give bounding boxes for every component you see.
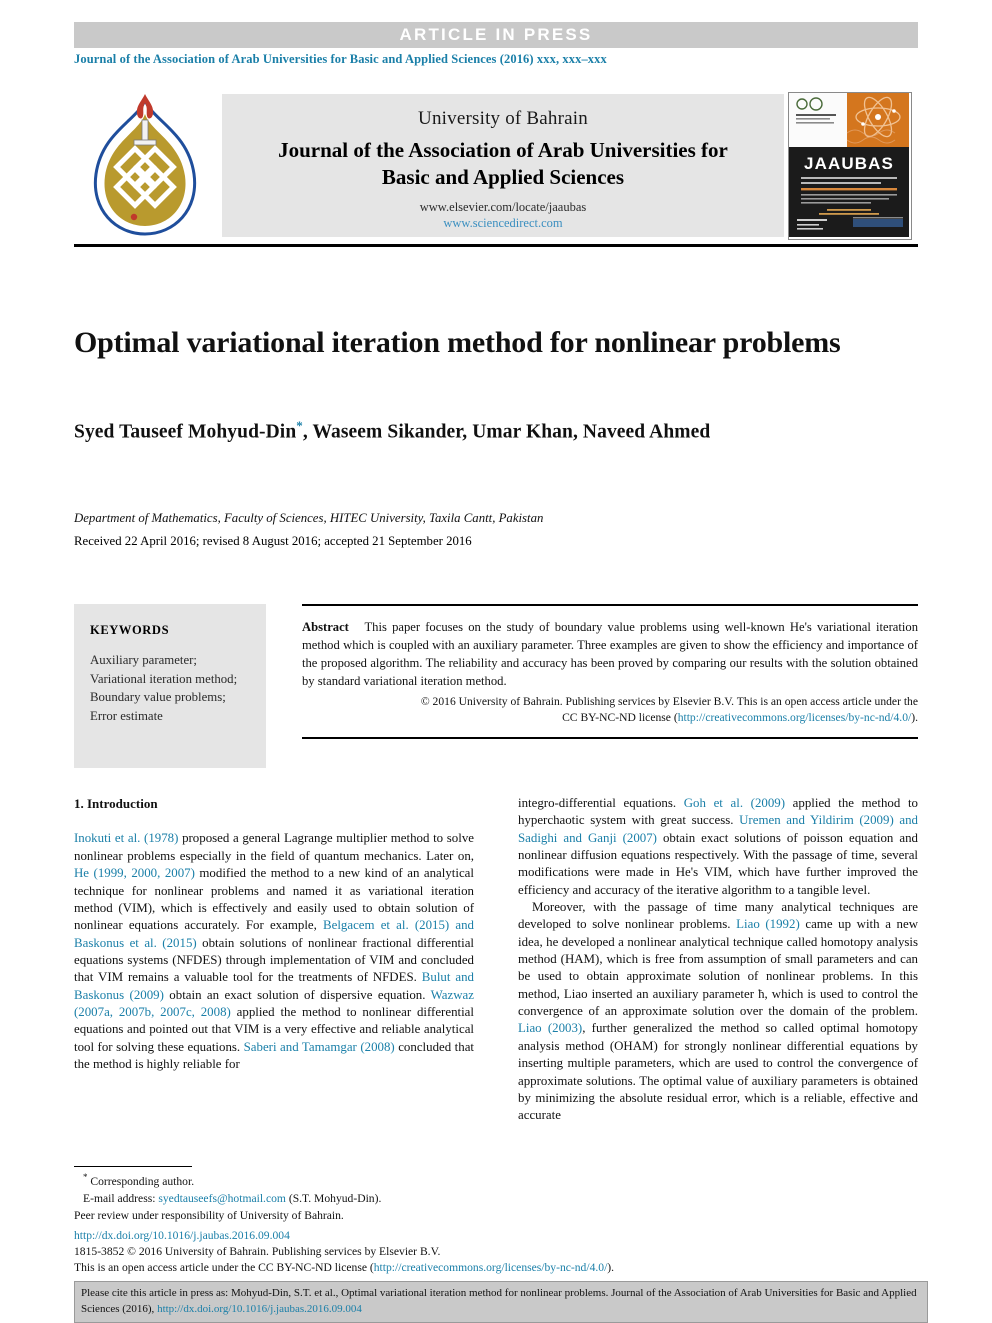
article-history: Received 22 April 2016; revised 8 August… [74,534,472,548]
abstract-license-pre: CC BY-NC-ND license ( [562,710,678,724]
email-note: E-mail address: syedtauseefs@hotmail.com… [74,1191,474,1208]
keyword-item: Error estimate [90,708,163,723]
abstract-text: Abstract This paper focuses on the study… [302,619,918,691]
abstract-paragraph: This paper focuses on the study of bound… [302,620,918,688]
footnote-rule [74,1166,192,1167]
body-text: integro-differential equations. [518,796,684,810]
body-text: came up with a new idea, he developed a … [518,917,918,1019]
article-in-press-label: ARTICLE IN PRESS [399,25,593,44]
author-list: Syed Tauseef Mohyud-Din*, Waseem Sikande… [74,418,904,444]
body-paragraph: Inokuti et al. (1978) proposed a general… [74,830,474,1073]
abstract-label: Abstract [302,620,349,634]
footnote-block: * Corresponding author. E-mail address: … [74,1166,474,1225]
right-column-paragraphs: integro-differential equations. Goh et a… [518,795,918,1125]
affiliation: Department of Mathematics, Faculty of Sc… [74,511,544,525]
citation-link[interactable]: Liao (1992) [736,917,800,931]
open-access-license-link[interactable]: http://creativecommons.org/licenses/by-n… [374,1261,608,1274]
body-text: , further generalized the method so call… [518,1021,918,1123]
issn-copyright-line: 1815-3852 © 2016 University of Bahrain. … [74,1244,441,1258]
left-column-paragraphs: Inokuti et al. (1978) proposed a general… [74,830,474,1073]
masthead-journal-title-line1: Journal of the Association of Arab Unive… [278,138,728,162]
article-in-press-banner: ARTICLE IN PRESS [74,22,918,48]
citation-link[interactable]: Saberi and Tamamgar (2008) [244,1040,395,1054]
abstract-top-rule [302,604,918,606]
open-access-line: This is an open access article under the… [74,1260,934,1276]
keyword-item: Boundary value problems; [90,690,226,705]
svg-text:JAAUBAS: JAAUBAS [804,154,894,173]
abstract-license-post: ). [911,710,918,724]
open-access-post: ). [607,1260,615,1274]
email-owner: (S.T. Mohyud-Din). [288,1191,382,1205]
body-column-left: 1. Introduction Inokuti et al. (1978) pr… [74,795,474,1073]
masthead-bottom-rule [74,244,918,247]
author-primary: Syed Tauseef Mohyud-Din [74,421,297,443]
citation-link[interactable]: Liao (2003) [518,1021,582,1035]
journal-cover-thumbnail: JAAUBAS [788,92,912,240]
elsevier-url[interactable]: www.elsevier.com/locate/jaaubas [222,200,784,215]
corresponding-author-note: * Corresponding author. [74,1171,474,1191]
keyword-item: Auxiliary parameter; [90,653,197,667]
body-column-right: integro-differential equations. Goh et a… [518,795,918,1125]
cc-license-link[interactable]: http://creativecommons.org/licenses/by-n… [678,711,912,724]
masthead-university: University of Bahrain [418,108,588,129]
university-of-bahrain-logo-icon [78,92,212,240]
paper-page: ARTICLE IN PRESS Journal of the Associat… [0,0,992,1323]
masthead: University of Bahrain Journal of the Ass… [74,90,918,242]
corresponding-author-text: Corresponding author. [90,1174,195,1188]
journal-citation-line: Journal of the Association of Arab Unive… [74,52,607,66]
footnote-star: * [83,1172,88,1182]
body-paragraph: integro-differential equations. Goh et a… [518,795,918,899]
keywords-heading: KEYWORDS [90,623,170,637]
page-title: Optimal variational iteration method for… [74,326,841,360]
peer-review-note: Peer review under responsibility of Univ… [74,1208,344,1222]
abstract-bottom-rule [302,736,918,739]
keyword-item: Variational iteration method; [90,671,238,686]
open-access-pre: This is an open access article under the… [74,1260,374,1274]
citation-link[interactable]: He (1999, 2000, 2007) [74,866,195,880]
abstract-copyright-line1: © 2016 University of Bahrain. Publishing… [420,694,918,708]
masthead-journal-title: Journal of the Association of Arab Unive… [222,137,784,190]
cite-this-article-box: Please cite this article in press as: Mo… [74,1281,928,1323]
keywords-panel: KEYWORDS Auxiliary parameter; Variationa… [74,604,266,768]
cite-doi-link[interactable]: http://dx.doi.org/10.1016/j.jaubas.2016.… [157,1303,362,1315]
section-heading-introduction: 1. Introduction [74,796,158,811]
body-text: obtain an exact solution of dispersive e… [163,987,431,1002]
doi-block: http://dx.doi.org/10.1016/j.jaubas.2016.… [74,1228,934,1276]
abstract-block: Abstract This paper focuses on the study… [302,604,918,739]
citation-link[interactable]: Goh et al. (2009) [684,796,785,810]
doi-link[interactable]: http://dx.doi.org/10.1016/j.jaubas.2016.… [74,1228,934,1244]
author-others: , Waseem Sikander, Umar Khan, Naveed Ahm… [302,421,711,443]
masthead-title-box: University of Bahrain Journal of the Ass… [222,94,784,237]
abstract-copyright: © 2016 University of Bahrain. Publishing… [302,694,918,726]
email-label: E-mail address: [83,1191,156,1205]
citation-link[interactable]: Inokuti et al. (1978) [74,831,178,845]
sciencedirect-url[interactable]: www.sciencedirect.com [222,216,784,231]
keywords-list: Auxiliary parameter; Variational iterati… [90,651,262,725]
email-link[interactable]: syedtauseefs@hotmail.com [158,1192,286,1205]
body-paragraph: Moreover, with the passage of time many … [518,899,918,1124]
masthead-journal-title-line2: Basic and Applied Sciences [381,164,625,189]
corresponding-author-marker[interactable]: * [296,418,303,433]
